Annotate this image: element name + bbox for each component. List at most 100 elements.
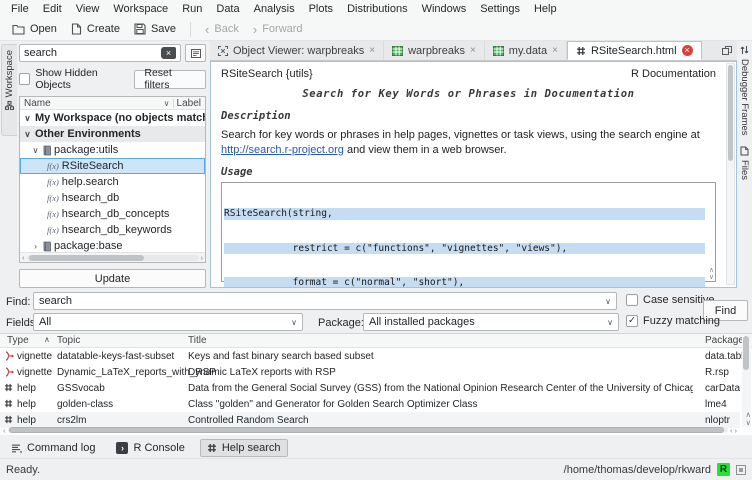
- tab-object-viewer-warpbreaks[interactable]: Object Viewer: warpbreaks ×: [210, 41, 384, 60]
- close-tab-icon[interactable]: ×: [369, 46, 375, 56]
- fuzzy-matching-checkbox[interactable]: ✓ Fuzzy matching: [626, 315, 720, 327]
- close-tab-icon[interactable]: ×: [682, 45, 693, 56]
- tab-warpbreaks[interactable]: warpbreaks ×: [384, 41, 485, 60]
- scroll-left-icon[interactable]: ‹: [22, 254, 25, 262]
- checkbox-unchecked[interactable]: [626, 294, 638, 306]
- menu-settings[interactable]: Settings: [473, 1, 527, 17]
- menu-file[interactable]: File: [4, 1, 36, 17]
- scroll-down-icon[interactable]: ∨: [746, 419, 752, 427]
- view-options-button[interactable]: [185, 44, 206, 62]
- tree-item-hsearch-db-keywords[interactable]: f(x) hsearch_db_keywords: [20, 222, 205, 238]
- code-scroll-arrows[interactable]: ∧ ∨: [709, 267, 714, 281]
- back-button[interactable]: ‹ Back: [198, 21, 246, 37]
- fields-combobox[interactable]: All ∨: [33, 313, 303, 331]
- tree-item-package-utils[interactable]: ∨ package:utils: [20, 142, 205, 158]
- result-row[interactable]: help GSSvocab Data from the General Soci…: [0, 380, 740, 396]
- close-tab-icon[interactable]: ×: [552, 46, 558, 56]
- workspace-vertical-tab[interactable]: Workspace: [1, 44, 17, 136]
- tree-item-hsearch-db-concepts[interactable]: f(x) hsearch_db_concepts: [20, 206, 205, 222]
- show-hidden-checkbox[interactable]: [19, 73, 30, 85]
- menu-data[interactable]: Data: [209, 1, 246, 17]
- create-button[interactable]: Create: [64, 21, 127, 37]
- clear-search-icon[interactable]: ×: [161, 47, 176, 59]
- menu-view[interactable]: View: [69, 1, 107, 17]
- help-search-button[interactable]: Help search: [200, 439, 288, 457]
- scroll-right-icon[interactable]: ›: [201, 254, 204, 262]
- chevron-down-icon[interactable]: ∨: [164, 99, 170, 108]
- menu-run[interactable]: Run: [175, 1, 209, 17]
- find-combobox[interactable]: search ∨: [33, 292, 617, 310]
- tree-item-label: package:base: [54, 240, 123, 252]
- result-row[interactable]: help golden-class Class "golden" and Gen…: [0, 396, 740, 412]
- detach-window-button[interactable]: [717, 41, 737, 60]
- update-button[interactable]: Update: [19, 269, 206, 288]
- debugger-frames-icon: [740, 45, 749, 55]
- reset-filters-button[interactable]: Reset filters: [134, 70, 206, 89]
- scroll-left-icon[interactable]: ‹: [730, 426, 733, 435]
- tree-item-hsearch-db[interactable]: f(x) hsearch_db: [20, 190, 205, 206]
- checkbox-checked[interactable]: ✓: [626, 315, 638, 327]
- scroll-right-icon[interactable]: ›: [735, 426, 738, 435]
- menu-distributions[interactable]: Distributions: [340, 1, 415, 17]
- column-topic[interactable]: Topic: [57, 335, 80, 346]
- open-button-label: Open: [30, 23, 57, 35]
- menu-workspace[interactable]: Workspace: [106, 1, 175, 17]
- files-vertical-tab[interactable]: Files: [739, 146, 750, 180]
- save-button[interactable]: Save: [127, 21, 183, 37]
- workspace-search-input[interactable]: search ×: [19, 44, 181, 62]
- usage-code-block[interactable]: RSiteSearch(string, restrict = c("functi…: [221, 182, 716, 282]
- find-value: search: [39, 295, 601, 307]
- tab-rsitesearch-html[interactable]: RSiteSearch.html ×: [567, 41, 702, 60]
- result-row[interactable]: vignette datatable-keys-fast-subset Keys…: [0, 348, 740, 364]
- r-engine-status-badge[interactable]: R: [717, 463, 730, 476]
- workspace-tab-label: Workspace: [4, 50, 15, 97]
- column-header-name[interactable]: Name: [24, 98, 51, 109]
- column-type[interactable]: Type: [7, 335, 29, 346]
- search-results-table: Type ∧ Topic Title Package vignette data…: [0, 333, 752, 435]
- code-line: RSiteSearch(string,: [224, 208, 705, 220]
- scroll-up-icon[interactable]: ∧: [709, 267, 714, 274]
- function-icon: f(x): [47, 193, 59, 203]
- tree-horizontal-scrollbar[interactable]: ‹ ›: [20, 252, 205, 262]
- result-row[interactable]: vignette Dynamic_LaTeX_reports_with_RSP …: [0, 364, 740, 380]
- chevron-down-icon[interactable]: ∨: [23, 129, 32, 140]
- debugger-frames-vertical-tab[interactable]: Debugger Frames: [739, 45, 750, 136]
- column-title[interactable]: Title: [188, 335, 693, 346]
- search-r-project-link[interactable]: http://search.r-project.org: [221, 144, 344, 156]
- chevron-down-icon[interactable]: ∨: [23, 113, 32, 124]
- chevron-down-icon[interactable]: ∨: [31, 145, 40, 156]
- command-log-button[interactable]: Command log: [5, 440, 101, 456]
- function-icon: f(x): [47, 209, 59, 219]
- tab-my-data[interactable]: my.data ×: [485, 41, 567, 60]
- package-combobox[interactable]: All installed packages ∨: [363, 313, 619, 331]
- r-console-button[interactable]: › R Console: [110, 440, 190, 456]
- results-scroll-arrows[interactable]: ∧ ∨: [746, 411, 752, 427]
- menu-windows[interactable]: Windows: [415, 1, 474, 17]
- menu-plots[interactable]: Plots: [302, 1, 340, 17]
- scroll-left-icon[interactable]: ‹: [3, 426, 6, 435]
- scroll-down-icon[interactable]: ∨: [709, 274, 714, 281]
- tree-item-my-workspace[interactable]: ∨ My Workspace (no objects matching filt…: [20, 110, 205, 126]
- column-header-label[interactable]: Label: [177, 98, 201, 109]
- document-scrollbar[interactable]: [726, 63, 735, 285]
- tree-item-other-environments[interactable]: ∨ Other Environments: [20, 126, 205, 142]
- tree-item-rsitesearch[interactable]: f(x) RSiteSearch: [20, 158, 205, 174]
- column-package[interactable]: Package: [705, 335, 744, 346]
- menu-edit[interactable]: Edit: [36, 1, 69, 17]
- stop-engine-icon[interactable]: [736, 465, 746, 475]
- chevron-right-icon[interactable]: ›: [31, 241, 40, 251]
- function-icon: f(x): [47, 161, 59, 171]
- case-sensitive-checkbox[interactable]: Case sensitive: [626, 294, 715, 306]
- help-page-icon: [4, 399, 13, 408]
- menu-analysis[interactable]: Analysis: [247, 1, 302, 17]
- find-label: Find:: [6, 296, 30, 308]
- tree-item-help-search[interactable]: f(x) help.search: [20, 174, 205, 190]
- column-divider[interactable]: [173, 99, 174, 108]
- results-horizontal-scrollbar[interactable]: ‹ ‹ ›: [0, 426, 740, 434]
- forward-button[interactable]: › Forward: [246, 21, 310, 37]
- open-button[interactable]: Open: [5, 21, 64, 37]
- vignette-icon: [4, 351, 14, 361]
- close-tab-icon[interactable]: ×: [470, 46, 476, 56]
- menu-help[interactable]: Help: [527, 1, 564, 17]
- working-directory-path[interactable]: /home/thomas/develop/rkward: [564, 464, 711, 476]
